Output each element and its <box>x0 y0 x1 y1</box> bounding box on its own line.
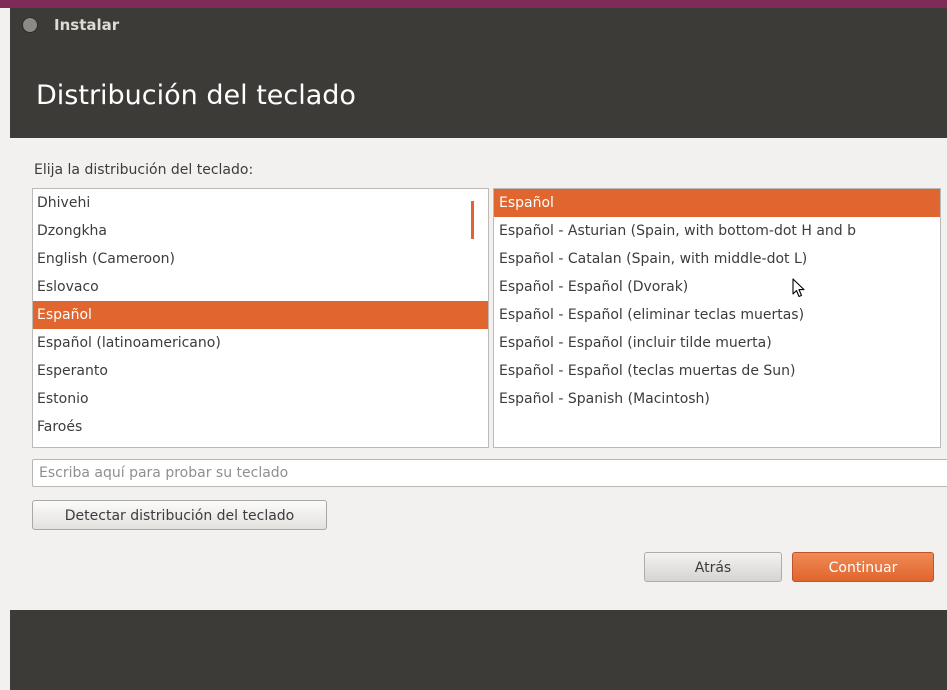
continue-button[interactable]: Continuar <box>792 552 934 582</box>
variant-list-item[interactable]: Español - Spanish (Macintosh) <box>494 385 940 413</box>
mouse-pointer-icon <box>792 278 805 298</box>
layout-prompt-label: Elija la distribución del teclado: <box>34 162 254 178</box>
layout-list-item[interactable]: Dzongkha <box>33 217 488 245</box>
variant-list[interactable]: Español Español - Asturian (Spain, with b… <box>493 188 941 448</box>
back-button[interactable]: Atrás <box>644 552 782 582</box>
layout-list-item[interactable]: Estonio <box>33 385 488 413</box>
layout-list[interactable]: Dhivehi Dzongkha English (Cameroon) Eslovac… <box>32 188 489 448</box>
variant-list-item[interactable]: Español - Español (eliminar teclas muert… <box>494 301 940 329</box>
layout-list-item[interactable]: Español (latinoamericano) <box>33 329 488 357</box>
layout-list-item[interactable]: Esperanto <box>33 357 488 385</box>
layout-list-item[interactable]: Eslovaco <box>33 273 488 301</box>
variant-list-item[interactable]: Español - Español (teclas muertas de Sun… <box>494 357 940 385</box>
layout-list-item[interactable]: Faroés <box>33 413 488 441</box>
layout-list-item[interactable]: English (Cameroon) <box>33 245 488 273</box>
keyboard-test-input[interactable] <box>32 459 947 487</box>
window-top-accent <box>0 0 947 8</box>
variant-list-item[interactable]: Español - Español (Dvorak) <box>494 273 940 301</box>
footer-bar <box>10 610 947 690</box>
window-title: Instalar <box>54 16 120 34</box>
variant-list-item[interactable]: Español - Español (incluir tilde muerta) <box>494 329 940 357</box>
page-header: Distribución del teclado <box>10 42 947 138</box>
variant-list-item[interactable]: Español - Asturian (Spain, with bottom-d… <box>494 217 940 245</box>
variant-list-item[interactable]: Español <box>494 189 940 217</box>
close-icon[interactable] <box>22 17 38 33</box>
main-content: Elija la distribución del teclado: Dhive… <box>10 138 947 610</box>
window-titlebar[interactable]: Instalar <box>10 8 947 42</box>
layout-list-item[interactable]: Español <box>33 301 488 329</box>
layout-list-item[interactable]: Dhivehi <box>33 189 488 217</box>
page-title: Distribución del teclado <box>36 80 356 111</box>
variant-list-item[interactable]: Español - Catalan (Spain, with middle-do… <box>494 245 940 273</box>
layout-list-scrollbar[interactable] <box>471 201 474 239</box>
detect-layout-button[interactable]: Detectar distribución del teclado <box>32 500 327 530</box>
